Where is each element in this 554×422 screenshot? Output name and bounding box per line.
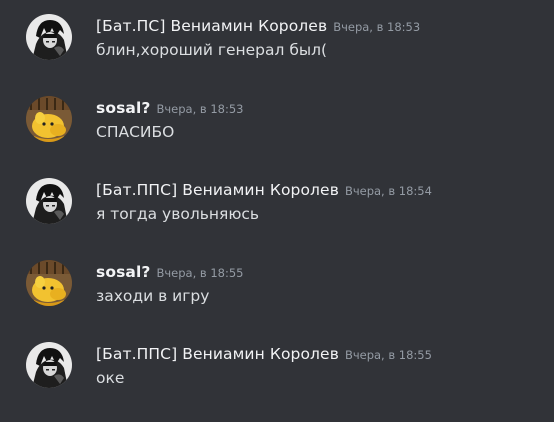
timestamp: Вчера, в 18:55 [156,266,244,280]
timestamp: Вчера, в 18:53 [156,102,244,116]
user-avatar[interactable] [26,260,72,306]
message-text: оке [96,369,125,387]
yellow-cartoon-avatar-icon [26,260,72,306]
message-text: заходи в игру [96,287,210,305]
message: sosal? Вчера, в 18:55 заходи в игру [0,260,554,330]
message-header: [Бат.ППС] Вениамин Королев Вчера, в 18:55 [96,343,432,365]
message: [Бат.ПС] Вениамин Королев Вчера, в 18:53 … [0,14,554,84]
message-text: я тогда увольняюсь [96,205,260,223]
author-name[interactable]: sosal? [96,263,150,281]
user-avatar[interactable] [26,96,72,142]
message-header: [Бат.ПС] Вениамин Королев Вчера, в 18:53 [96,15,420,37]
chat-log: [Бат.ПС] Вениамин Королев Вчера, в 18:53 … [0,0,554,422]
dark-anime-avatar-icon [26,14,72,60]
message: sosal? Вчера, в 18:53 СПАСИБО [0,96,554,166]
message: [Бат.ППС] Вениамин Королев Вчера, в 18:54… [0,178,554,248]
timestamp: Вчера, в 18:55 [344,348,432,362]
message-header: sosal? Вчера, в 18:55 [96,261,243,283]
user-avatar[interactable] [26,14,72,60]
dark-anime-avatar-icon [26,178,72,224]
author-name[interactable]: sosal? [96,99,150,117]
message-header: [Бат.ППС] Вениамин Королев Вчера, в 18:54 [96,179,432,201]
author-name[interactable]: [Бат.ПС] Вениамин Королев [96,17,327,35]
message-text: блин,хороший генерал был( [96,41,328,59]
timestamp: Вчера, в 18:54 [344,184,432,198]
author-name[interactable]: [Бат.ППС] Вениамин Королев [96,181,339,199]
user-avatar[interactable] [26,342,72,388]
message: [Бат.ППС] Вениамин Королев Вчера, в 18:55… [0,342,554,412]
dark-anime-avatar-icon [26,342,72,388]
timestamp: Вчера, в 18:53 [333,20,421,34]
message-text: СПАСИБО [96,123,175,141]
message-header: sosal? Вчера, в 18:53 [96,97,243,119]
user-avatar[interactable] [26,178,72,224]
yellow-cartoon-avatar-icon [26,96,72,142]
author-name[interactable]: [Бат.ППС] Вениамин Королев [96,345,339,363]
